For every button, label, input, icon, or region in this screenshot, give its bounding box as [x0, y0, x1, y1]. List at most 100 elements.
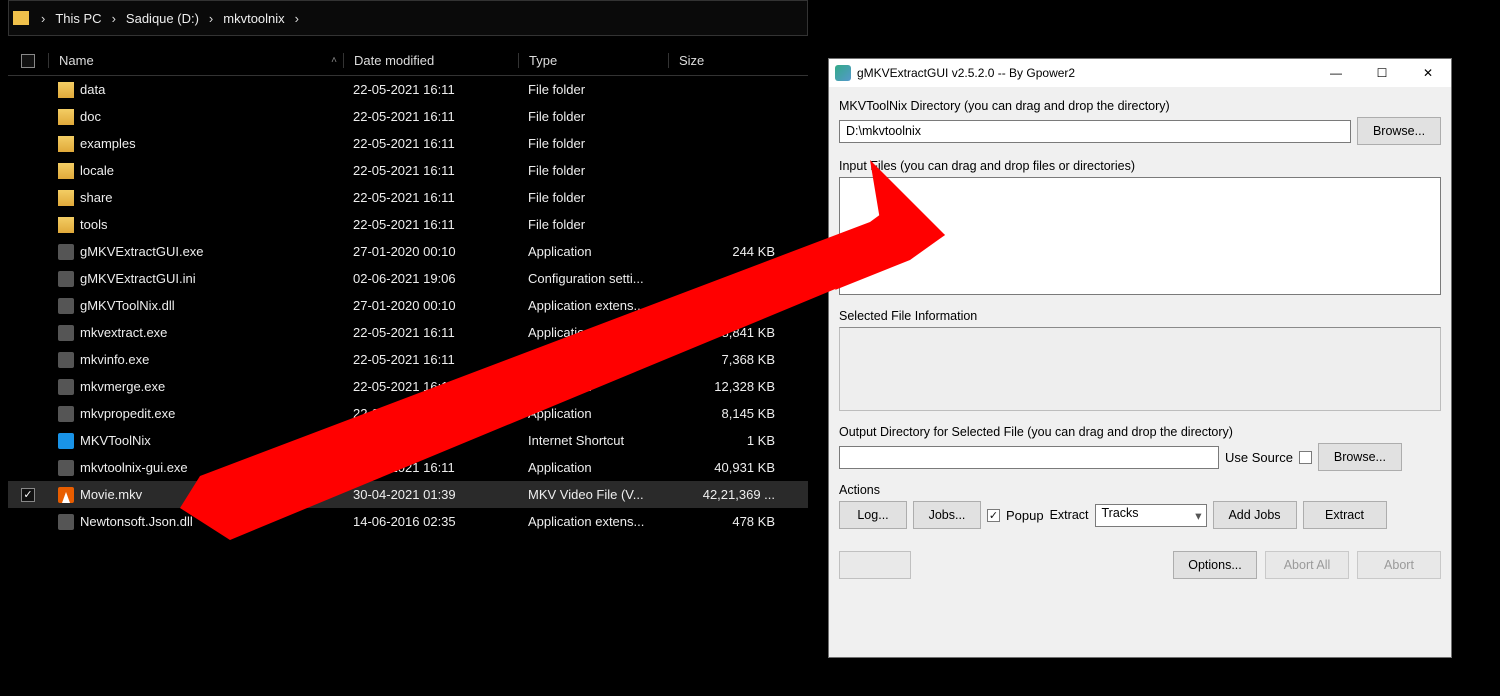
chevron-right-icon[interactable]: ›: [201, 11, 221, 26]
folder-icon: [58, 82, 74, 98]
column-header-type[interactable]: Type: [518, 53, 668, 68]
extract-type-select[interactable]: Tracks: [1095, 504, 1207, 527]
breadcrumb-segment[interactable]: mkvtoolnix: [221, 11, 286, 26]
file-name: tools: [80, 217, 107, 232]
file-type: Application: [528, 406, 683, 421]
extract-prefix-label: Extract: [1050, 508, 1089, 522]
file-date: 30-04-2021 01:39: [353, 487, 528, 502]
file-type: Application: [528, 379, 683, 394]
file-date: 22-05-2021 16:11: [353, 163, 528, 178]
vlc-icon: [58, 487, 74, 503]
progress-placeholder: [839, 551, 911, 579]
table-row[interactable]: mkvpropedit.exe22-05-2021 16:11Applicati…: [8, 400, 808, 427]
add-jobs-button[interactable]: Add Jobs: [1213, 501, 1297, 529]
exe-icon: [58, 352, 74, 368]
file-name: data: [80, 82, 105, 97]
file-date: 22-05-2021 16:11: [353, 433, 528, 448]
exe-icon: [58, 406, 74, 422]
file-size: 7,368 KB: [683, 352, 783, 367]
jobs-button[interactable]: Jobs...: [913, 501, 981, 529]
gmkvextractgui-window: gMKVExtractGUI v2.5.2.0 -- By Gpower2 — …: [828, 58, 1452, 658]
file-date: 02-06-2021 19:06: [353, 271, 528, 286]
table-row[interactable]: gMKVExtractGUI.exe27-01-2020 00:10Applic…: [8, 238, 808, 265]
file-type: Application: [528, 352, 683, 367]
column-header-name[interactable]: Name˄: [48, 53, 343, 68]
file-date: 22-05-2021 16:11: [353, 460, 528, 475]
popup-checkbox[interactable]: ✓: [987, 509, 1000, 522]
exe-icon: [58, 460, 74, 476]
table-row[interactable]: mkvextract.exe22-05-2021 16:11Applicatio…: [8, 319, 808, 346]
folder-icon: [58, 136, 74, 152]
file-type: File folder: [528, 190, 683, 205]
options-button[interactable]: Options...: [1173, 551, 1257, 579]
table-row[interactable]: tools22-05-2021 16:11File folder: [8, 211, 808, 238]
select-all-checkbox[interactable]: [8, 54, 48, 68]
file-list: data22-05-2021 16:11File folderdoc22-05-…: [8, 76, 808, 535]
sort-arrow-icon: ˄: [331, 55, 337, 66]
browse-output-button[interactable]: Browse...: [1318, 443, 1402, 471]
use-source-checkbox[interactable]: [1299, 451, 1312, 464]
table-row[interactable]: gMKVToolNix.dll27-01-2020 00:10Applicati…: [8, 292, 808, 319]
log-button[interactable]: Log...: [839, 501, 907, 529]
breadcrumb-segment[interactable]: Sadique (D:): [124, 11, 201, 26]
actions-label: Actions: [839, 483, 1441, 497]
file-size: 12,328 KB: [683, 379, 783, 394]
minimize-button[interactable]: —: [1313, 59, 1359, 87]
output-dir-label: Output Directory for Selected File (you …: [839, 425, 1441, 439]
table-row[interactable]: gMKVExtractGUI.ini02-06-2021 19:06Config…: [8, 265, 808, 292]
file-type: Configuration setti...: [528, 271, 683, 286]
breadcrumb[interactable]: › This PC › Sadique (D:) › mkvtoolnix ›: [8, 0, 808, 36]
mkvtoolnix-dir-input[interactable]: [839, 120, 1351, 143]
file-size: 1 KB: [683, 271, 783, 286]
maximize-button[interactable]: ☐: [1359, 59, 1405, 87]
file-size: 40,931 KB: [683, 460, 783, 475]
file-type: File folder: [528, 109, 683, 124]
input-files-label: Input Files (you can drag and drop files…: [839, 159, 1441, 173]
chevron-right-icon[interactable]: ›: [33, 11, 53, 26]
column-headers: Name˄ Date modified Type Size: [8, 46, 808, 76]
file-type: Application extens...: [528, 298, 683, 313]
browse-button[interactable]: Browse...: [1357, 117, 1441, 145]
table-row[interactable]: mkvinfo.exe22-05-2021 16:11Application7,…: [8, 346, 808, 373]
table-row[interactable]: MKVToolNix22-05-2021 16:11Internet Short…: [8, 427, 808, 454]
table-row[interactable]: examples22-05-2021 16:11File folder: [8, 130, 808, 157]
file-size: 244 KB: [683, 244, 783, 259]
table-row[interactable]: mkvmerge.exe22-05-2021 16:11Application1…: [8, 373, 808, 400]
chevron-right-icon[interactable]: ›: [287, 11, 307, 26]
chevron-right-icon[interactable]: ›: [104, 11, 124, 26]
close-button[interactable]: ✕: [1405, 59, 1451, 87]
titlebar[interactable]: gMKVExtractGUI v2.5.2.0 -- By Gpower2 — …: [829, 59, 1451, 87]
abort-all-button[interactable]: Abort All: [1265, 551, 1349, 579]
folder-icon: [13, 11, 29, 25]
abort-button[interactable]: Abort: [1357, 551, 1441, 579]
output-dir-input[interactable]: [839, 446, 1219, 469]
extract-button[interactable]: Extract: [1303, 501, 1387, 529]
file-date: 22-05-2021 16:11: [353, 109, 528, 124]
file-date: 22-05-2021 16:11: [353, 352, 528, 367]
file-name: gMKVExtractGUI.exe: [80, 244, 204, 259]
ini-icon: [58, 271, 74, 287]
file-date: 14-06-2016 02:35: [353, 514, 528, 529]
table-row[interactable]: locale22-05-2021 16:11File folder: [8, 157, 808, 184]
table-row[interactable]: ✓Movie.mkv30-04-2021 01:39MKV Video File…: [8, 481, 808, 508]
table-row[interactable]: doc22-05-2021 16:11File folder: [8, 103, 808, 130]
row-checkbox[interactable]: ✓: [21, 488, 35, 502]
file-name: examples: [80, 136, 136, 151]
file-name: mkvextract.exe: [80, 325, 167, 340]
file-size: 1 KB: [683, 433, 783, 448]
table-row[interactable]: data22-05-2021 16:11File folder: [8, 76, 808, 103]
column-header-size[interactable]: Size: [668, 53, 768, 68]
column-header-date[interactable]: Date modified: [343, 53, 518, 68]
file-name: share: [80, 190, 113, 205]
input-files-listbox[interactable]: [839, 177, 1441, 295]
window-title: gMKVExtractGUI v2.5.2.0 -- By Gpower2: [857, 66, 1313, 80]
file-type: File folder: [528, 82, 683, 97]
file-name: mkvpropedit.exe: [80, 406, 175, 421]
table-row[interactable]: Newtonsoft.Json.dll14-06-2016 02:35Appli…: [8, 508, 808, 535]
file-type: File folder: [528, 217, 683, 232]
table-row[interactable]: share22-05-2021 16:11File folder: [8, 184, 808, 211]
breadcrumb-segment[interactable]: This PC: [53, 11, 103, 26]
table-row[interactable]: mkvtoolnix-gui.exe22-05-2021 16:11Applic…: [8, 454, 808, 481]
file-type: Internet Shortcut: [528, 433, 683, 448]
selected-file-info-box: [839, 327, 1441, 411]
